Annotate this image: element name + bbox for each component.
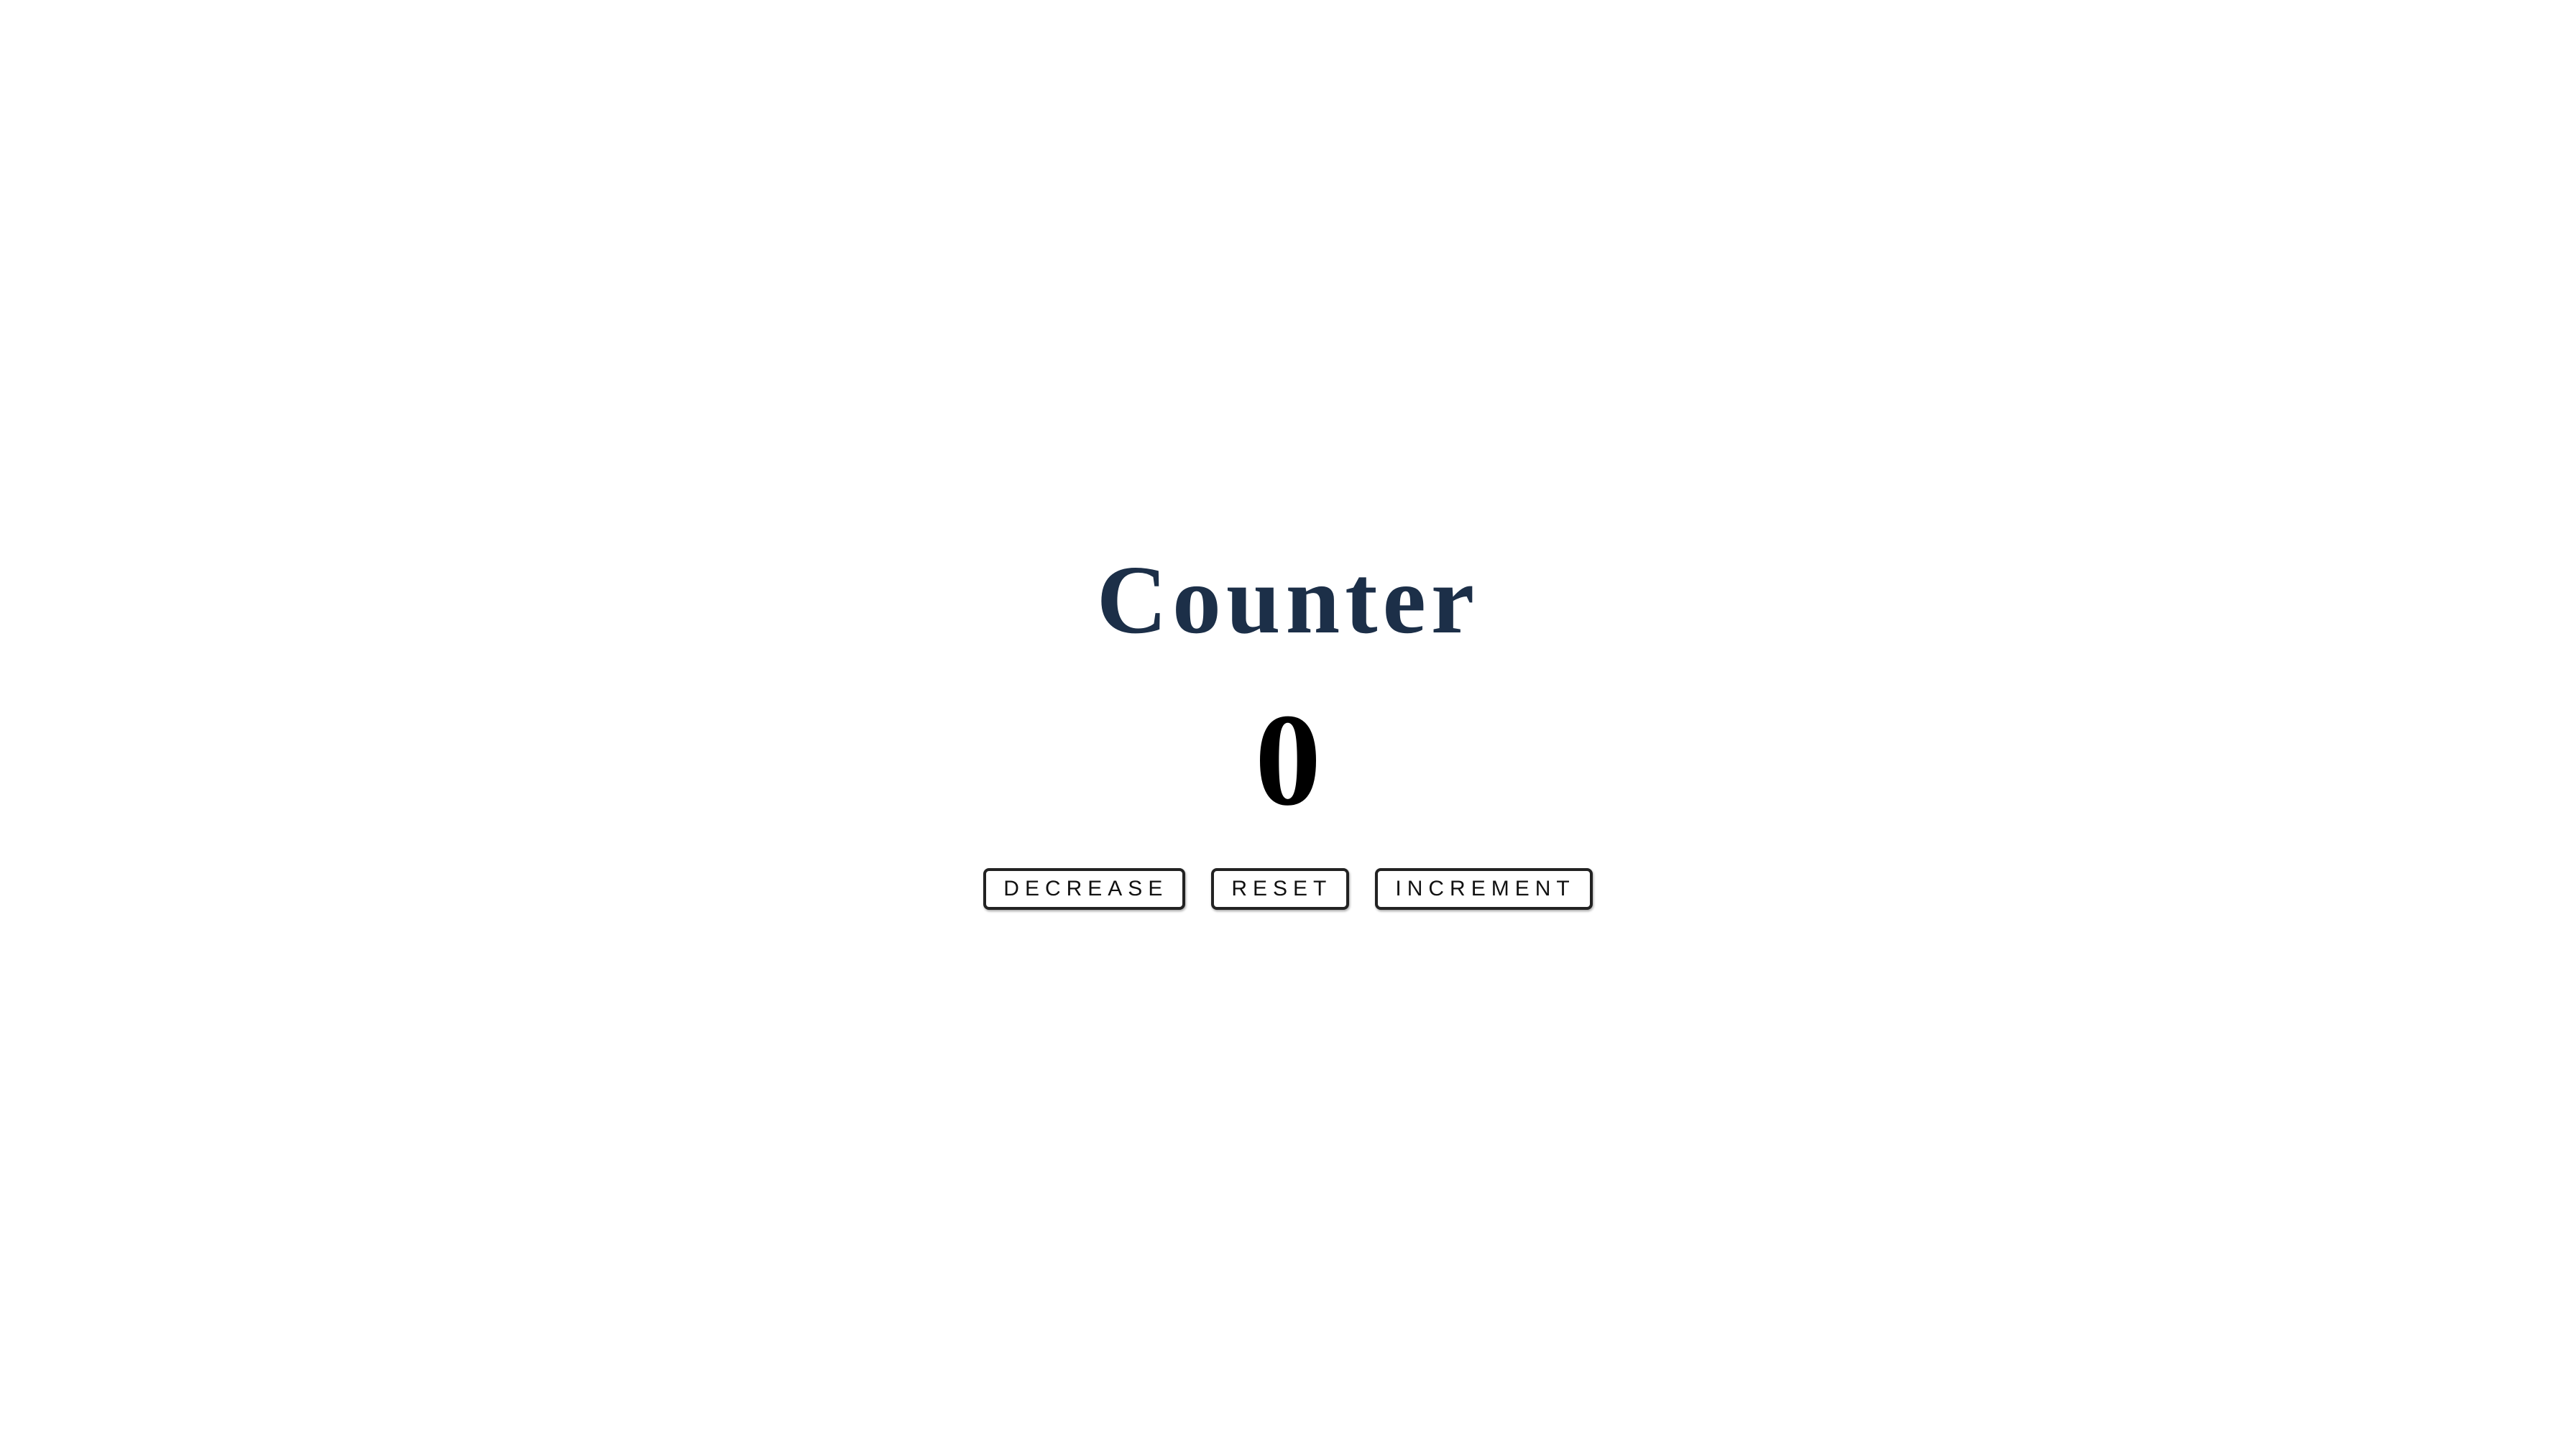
counter-value: 0: [1255, 686, 1321, 833]
counter-page: Counter 0 DECREASE RESET INCREMENT: [0, 0, 2576, 1433]
page-title: Counter: [1096, 546, 1480, 654]
decrease-button[interactable]: DECREASE: [983, 868, 1186, 910]
increment-button[interactable]: INCREMENT: [1375, 868, 1593, 910]
counter-container: Counter 0 DECREASE RESET INCREMENT: [0, 546, 2576, 910]
button-group: DECREASE RESET INCREMENT: [0, 868, 2576, 910]
reset-button[interactable]: RESET: [1211, 868, 1350, 910]
